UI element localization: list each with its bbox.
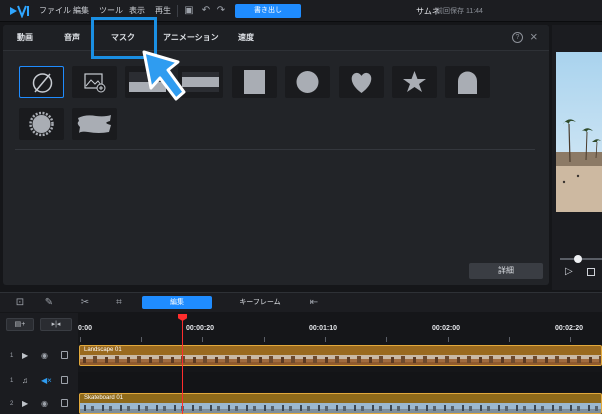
track-number: 1 bbox=[10, 378, 14, 384]
heart-mask-icon bbox=[351, 72, 372, 93]
arch-mask-icon bbox=[458, 71, 477, 94]
mask-burst-option[interactable] bbox=[19, 108, 64, 140]
star-mask-icon bbox=[403, 71, 426, 92]
ruler-tick bbox=[386, 337, 387, 342]
visibility-eye-icon[interactable]: ◉ bbox=[41, 399, 48, 408]
image-mask-icon bbox=[84, 73, 106, 93]
keyframe-mode-button[interactable]: キーフレーム bbox=[225, 296, 295, 309]
menu-view[interactable]: 表示 bbox=[129, 5, 145, 16]
tick-label: 00:00:20 bbox=[186, 325, 215, 332]
preview-image bbox=[556, 52, 602, 212]
menu-edit[interactable]: 編集 bbox=[73, 5, 89, 16]
audio-track-icon: ♫ bbox=[22, 376, 28, 385]
grid-divider bbox=[15, 149, 535, 150]
clip-thumbnails bbox=[80, 403, 601, 413]
track-header-video-2: 2 ▶ ◉ bbox=[0, 393, 78, 414]
add-track-icon[interactable]: ▤+ bbox=[6, 318, 34, 331]
burst-mask-icon bbox=[29, 111, 54, 137]
visibility-eye-icon[interactable]: ◉ bbox=[41, 351, 48, 360]
rectangle-mask-icon bbox=[244, 70, 265, 94]
audio-track-lane[interactable] bbox=[78, 372, 602, 392]
mask-heart-option[interactable] bbox=[339, 66, 384, 98]
help-icon[interactable]: ? bbox=[512, 32, 523, 43]
circle-mask-icon bbox=[296, 71, 319, 93]
tab-audio[interactable]: 音声 bbox=[64, 32, 80, 43]
track-header-video-1: 1 ▶ ◉ bbox=[0, 345, 78, 369]
scrubber-handle[interactable] bbox=[574, 255, 582, 263]
app-logo-icon bbox=[10, 5, 29, 18]
timeline-ruler[interactable] bbox=[78, 313, 602, 343]
stop-icon[interactable] bbox=[587, 268, 595, 276]
mute-icon[interactable]: ◀× bbox=[41, 376, 52, 385]
split-tool-icon[interactable]: ✂ bbox=[78, 297, 92, 309]
menu-tools[interactable]: ツール bbox=[99, 5, 123, 16]
tick-label: 0:00 bbox=[78, 325, 93, 332]
close-icon[interactable]: × bbox=[530, 29, 538, 44]
track-header-audio-1: 1 ♫ ◀× bbox=[0, 370, 78, 394]
tab-video[interactable]: 動画 bbox=[17, 32, 33, 43]
mask-none-option[interactable] bbox=[19, 66, 64, 98]
mask-star-option[interactable] bbox=[392, 66, 437, 98]
ruler-tick bbox=[80, 337, 81, 342]
ruler-tick bbox=[570, 337, 571, 342]
brush-mask-icon bbox=[77, 115, 111, 133]
property-tabs: 動画 音声 マスク アニメーション 速度 ? × bbox=[3, 25, 549, 51]
none-icon bbox=[32, 73, 53, 93]
ruler-tick bbox=[202, 337, 203, 342]
lock-icon[interactable] bbox=[61, 351, 68, 359]
clip-name: Skateboard 01 bbox=[84, 395, 124, 401]
tab-animation[interactable]: アニメーション bbox=[163, 32, 219, 43]
mask-arch-option[interactable] bbox=[445, 66, 490, 98]
undo-icon[interactable]: ↶ bbox=[199, 4, 213, 18]
video-track-icon: ▶ bbox=[22, 399, 29, 408]
mask-circle-option[interactable] bbox=[285, 66, 330, 98]
menu-separator bbox=[177, 5, 178, 17]
playhead[interactable] bbox=[182, 318, 183, 414]
cursor-tool-icon[interactable]: ⊡ bbox=[13, 297, 27, 309]
save-icon[interactable]: ▣ bbox=[182, 4, 196, 18]
menu-playback[interactable]: 再生 bbox=[155, 5, 171, 16]
save-status: 前回保存 11:44 bbox=[436, 8, 483, 15]
app-window: ファイル 編集 ツール 表示 再生 ▣ ↶ ↷ 書き出し サムネ 前回保存 11… bbox=[0, 0, 602, 414]
tick-label: 00:02:00 bbox=[432, 325, 461, 332]
crop-tool-icon[interactable]: ⌗ bbox=[112, 297, 126, 309]
edit-mode-button[interactable]: 編集 bbox=[142, 296, 212, 309]
tick-label: 00:02:20 bbox=[555, 325, 584, 332]
ruler-tick bbox=[509, 337, 510, 342]
detail-button[interactable]: 詳細 bbox=[469, 263, 543, 279]
menu-file[interactable]: ファイル bbox=[39, 5, 71, 16]
ruler-tick bbox=[448, 337, 449, 342]
video-clip[interactable]: Skateboard 01 bbox=[79, 393, 602, 414]
lock-icon[interactable] bbox=[61, 376, 68, 384]
pen-tool-icon[interactable]: ✎ bbox=[42, 297, 56, 309]
snap-toggle-icon[interactable]: ▸|◂ bbox=[40, 318, 72, 331]
tab-speed[interactable]: 速度 bbox=[238, 32, 254, 43]
property-panel: 動画 音声 マスク アニメーション 速度 ? × 詳細 bbox=[3, 25, 549, 285]
export-button[interactable]: 書き出し bbox=[235, 4, 301, 18]
clip-thumbnails bbox=[80, 355, 601, 365]
ruler-tick bbox=[264, 337, 265, 342]
tick-label: 00:01:10 bbox=[309, 325, 338, 332]
timeline-toolbar: ⊡ ✎ ✂ ⌗ 編集 キーフレーム ⇤ bbox=[0, 292, 602, 312]
clip-name: Landscape 01 bbox=[84, 347, 122, 353]
redo-icon[interactable]: ↷ bbox=[214, 4, 228, 18]
mask-rectangle-option[interactable] bbox=[232, 66, 277, 98]
play-icon[interactable]: ▷ bbox=[565, 266, 577, 278]
ruler-tick bbox=[141, 337, 142, 342]
pointer-arrow-icon bbox=[142, 50, 186, 101]
track-number: 2 bbox=[10, 401, 14, 407]
video-clip[interactable]: Landscape 01 bbox=[79, 345, 602, 366]
ruler-tick bbox=[325, 337, 326, 342]
track-number: 1 bbox=[10, 353, 14, 359]
mask-image-option[interactable] bbox=[72, 66, 117, 98]
insert-tool-icon[interactable]: ⇤ bbox=[307, 297, 321, 309]
video-track-icon: ▶ bbox=[22, 351, 29, 360]
lock-icon[interactable] bbox=[61, 399, 68, 407]
mask-brush-option[interactable] bbox=[72, 108, 117, 140]
